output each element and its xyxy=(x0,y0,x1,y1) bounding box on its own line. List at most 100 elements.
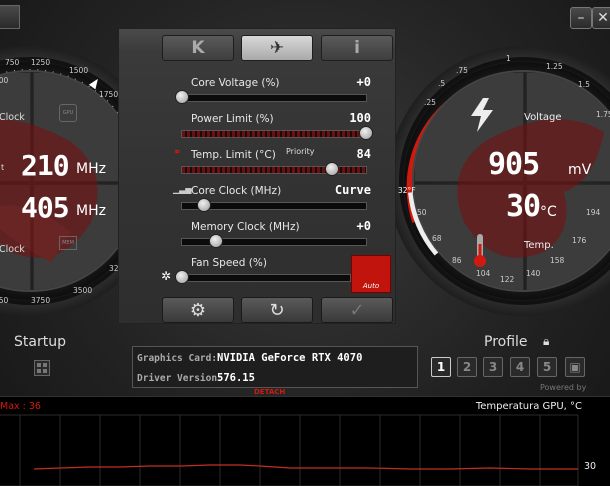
temp-label: Temp. xyxy=(524,240,554,251)
fan-settings-icon[interactable]: ✲ xyxy=(161,269,171,283)
check-icon: ✓ xyxy=(349,300,365,321)
profile-slot-4[interactable]: 4 xyxy=(510,357,530,377)
tab-oc-scanner[interactable]: ✈ xyxy=(241,35,313,61)
graph-current-value: 30 xyxy=(584,461,597,472)
startup-label: Startup xyxy=(14,334,66,350)
memory-clock-knob[interactable] xyxy=(209,234,223,248)
clock-tick-250: 250 xyxy=(0,296,9,305)
temp-limit-label: Temp. Limit (°C) xyxy=(191,149,276,161)
power-limit-slider-row: Power Limit (%) 100 xyxy=(173,111,381,145)
voltage-unit: mV xyxy=(568,162,592,178)
detach-button[interactable]: DETACH xyxy=(254,388,285,396)
driver-version-label: Driver Version: xyxy=(137,373,223,384)
temp-tick-194: 194 xyxy=(586,208,601,217)
power-limit-label: Power Limit (%) xyxy=(191,113,274,125)
temp-tick-176: 176 xyxy=(572,236,587,245)
reset-button[interactable]: ↻ xyxy=(241,297,313,323)
voltage-temp-gauge: Voltage Temp. 905 mV 30 °C 32°F .25 .5 .… xyxy=(388,46,610,316)
startup-windows-button[interactable] xyxy=(34,360,50,376)
volt-tick-025: .25 xyxy=(424,98,436,107)
core-voltage-track[interactable] xyxy=(181,94,367,102)
clock-tick-3750: 3750 xyxy=(31,296,51,305)
gpu-chip-icon: GPU xyxy=(59,104,77,122)
power-limit-knob[interactable] xyxy=(359,126,373,140)
auto-label: Auto xyxy=(362,282,380,290)
temp-limit-track[interactable] xyxy=(181,166,367,174)
left-edge-button[interactable] xyxy=(0,5,20,29)
settings-button[interactable]: ⚙ xyxy=(162,297,234,323)
core-voltage-slider-row: Core Voltage (%) +0 xyxy=(173,75,381,109)
close-button[interactable]: ✕ xyxy=(592,7,610,29)
temp-tick-158: 158 xyxy=(550,256,565,265)
fan-speed-knob[interactable] xyxy=(175,270,189,284)
memory-chip-icon: MEM xyxy=(59,236,77,250)
thermometer-icon xyxy=(474,234,486,267)
save-icon: ▣ xyxy=(569,360,581,374)
lock-icon[interactable]: 🔒︎ xyxy=(543,334,549,349)
profile-save-button[interactable]: ▣ xyxy=(565,357,585,377)
temp-tick-86: 86 xyxy=(452,256,462,265)
driver-version-value: 576.15 xyxy=(217,372,255,384)
volt-tick-05: .5 xyxy=(438,79,446,88)
auto-fan-button[interactable]: Auto xyxy=(351,255,391,293)
temp-tick-50: 50 xyxy=(417,208,427,217)
temp-tick-140: 140 xyxy=(526,269,541,278)
memory-clock-label: Memory Clock (MHz) xyxy=(191,221,300,233)
profile-slot-1[interactable]: 1 xyxy=(431,357,451,377)
temperature-line xyxy=(33,464,578,470)
temp-tick-68: 68 xyxy=(432,234,442,243)
fan-speed-track[interactable] xyxy=(181,274,351,282)
graphics-card-value: NVIDIA GeForce RTX 4070 xyxy=(217,352,363,364)
tab-info[interactable]: i xyxy=(321,35,393,61)
core-voltage-label: Core Voltage (%) xyxy=(191,77,280,89)
mem-clock-unit: MHz xyxy=(76,203,106,219)
profile-slot-3[interactable]: 3 xyxy=(483,357,503,377)
core-voltage-value: +0 xyxy=(356,75,371,89)
profile-label: Profile xyxy=(484,334,528,350)
power-limit-value: 100 xyxy=(349,111,371,125)
reset-icon: ↻ xyxy=(269,300,285,321)
volt-tick-075: .75 xyxy=(456,66,468,75)
apply-button[interactable]: ✓ xyxy=(321,297,393,323)
profile-slot-2[interactable]: 2 xyxy=(457,357,477,377)
clock-tick-1500: 1500 xyxy=(69,66,89,75)
msi-afterburner-window: – ✕ Clock Clock t GPU MEM 210 MHz 405 MH… xyxy=(0,0,610,486)
voltage-value: 905 xyxy=(488,147,540,182)
core-clock-value: 210 xyxy=(21,149,70,182)
left-edge-label: t xyxy=(1,163,5,172)
fan-speed-label: Fan Speed (%) xyxy=(191,257,267,269)
power-limit-track[interactable] xyxy=(181,130,367,138)
gear-icon: ⚙ xyxy=(189,300,207,321)
volt-tick-15: 1.5 xyxy=(578,80,590,89)
memory-clock-value: +0 xyxy=(356,219,371,233)
core-voltage-knob[interactable] xyxy=(175,90,189,104)
temp-tick-122: 122 xyxy=(500,275,515,284)
priority-label: Priority xyxy=(286,147,315,156)
core-clock-label: Core Clock (MHz) xyxy=(191,185,282,197)
temp-limit-value: 84 xyxy=(356,147,371,161)
minimize-button[interactable]: – xyxy=(570,7,592,29)
core-clock-slider-row: Core Clock (MHz) Curve xyxy=(173,183,381,217)
core-clock-unit: MHz xyxy=(76,161,106,177)
mem-clock-value: 405 xyxy=(21,191,70,224)
temp-unit: °C xyxy=(540,204,557,220)
temp-value: 30 xyxy=(506,189,541,224)
clock-tick-3500: 3500 xyxy=(73,286,93,295)
graphics-card-label: Graphics Card: xyxy=(137,353,218,364)
temp-limit-slider-row: Temp. Limit (°C) 84 xyxy=(173,147,381,181)
clock-tick-500: 500 xyxy=(0,76,9,85)
profile-slot-5[interactable]: 5 xyxy=(537,357,557,377)
gpu-clock-label: Clock xyxy=(0,112,25,123)
tab-kombustor[interactable]: K xyxy=(162,35,234,61)
volt-tick-1: 1 xyxy=(506,54,511,63)
hardware-monitor: Max : 36 Temperatura GPU, °C 30 xyxy=(0,396,610,486)
gpu-info-bar: Graphics Card: NVIDIA GeForce RTX 4070 D… xyxy=(132,346,418,388)
clock-tick-1750: 1750 xyxy=(99,90,119,99)
core-clock-knob[interactable] xyxy=(197,198,211,212)
volt-tick-175: 1.75 xyxy=(596,110,610,119)
temp-limit-knob[interactable] xyxy=(325,162,339,176)
lightning-icon xyxy=(471,98,493,132)
temperature-graph xyxy=(0,414,579,486)
temp-f-label: 32°F xyxy=(398,186,416,195)
temp-tick-104: 104 xyxy=(476,269,491,278)
